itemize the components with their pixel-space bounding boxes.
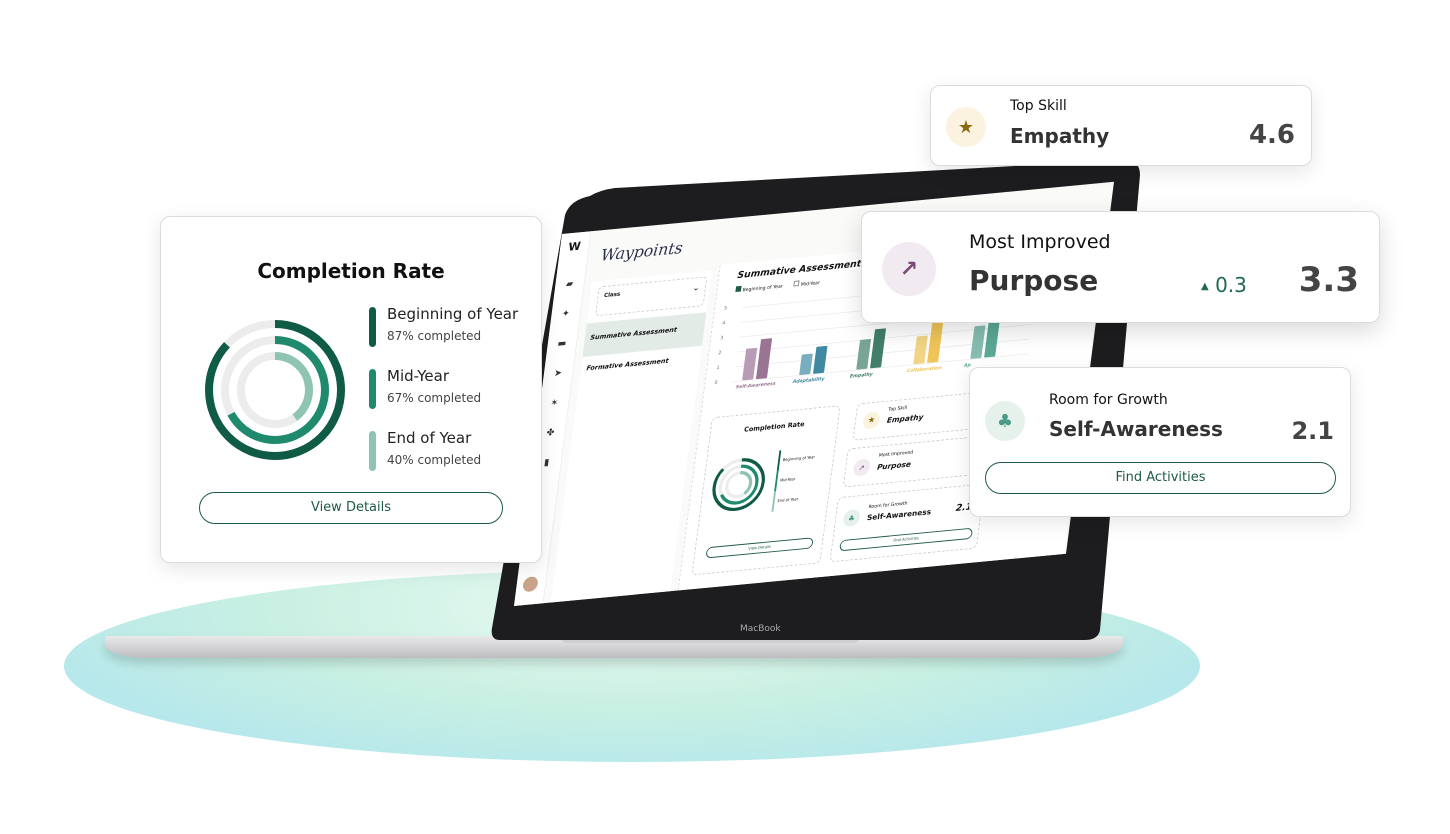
chart-title: Summative Assessment xyxy=(736,258,862,281)
view-details-button[interactable]: View Details xyxy=(199,492,503,524)
app-title: Waypoints xyxy=(599,239,684,266)
top-skill-value: Empathy xyxy=(1010,124,1110,148)
x-tick-label: Self-Awareness xyxy=(735,380,776,391)
most-improved-score: 3.3 xyxy=(1298,260,1359,300)
laptop-brand: MacBook xyxy=(740,624,781,634)
y-tick-label: 4 xyxy=(721,320,726,327)
growth-label: Room for Growth xyxy=(1049,392,1168,408)
y-tick-label: 2 xyxy=(718,350,722,357)
room-for-growth-card: ♣ Room for Growth Self-Awareness 2.1 Fin… xyxy=(969,367,1351,517)
top-skill-score: 4.6 xyxy=(1248,120,1295,150)
growth-value: Self-Awareness xyxy=(1049,417,1223,441)
map-icon[interactable]: ▰ xyxy=(563,279,576,290)
legend-label: Beginning of Year xyxy=(387,305,519,323)
y-tick-label: 5 xyxy=(723,305,728,312)
sprout-icon: ♣ xyxy=(985,401,1025,441)
mini-growth-card: ♣ Room for Growth Self-Awareness 2.1 Fin… xyxy=(829,483,986,563)
bar[interactable] xyxy=(812,345,828,374)
mini-growth-label: Room for Growth xyxy=(868,500,908,511)
mini-improved-label: Most Improved xyxy=(878,449,914,459)
mini-find-activities-button[interactable]: Find Activities xyxy=(839,527,974,552)
growth-score: 2.1 xyxy=(1291,417,1334,445)
avatar[interactable] xyxy=(522,576,539,593)
x-tick-label: Ap xyxy=(963,362,972,369)
hiker-icon[interactable]: ✦ xyxy=(559,308,572,320)
mini-most-improved-card: ↗ Most Improved Purpose xyxy=(842,435,986,488)
folder-icon[interactable]: ▬ xyxy=(555,338,568,349)
completion-title: Completion Rate xyxy=(257,259,445,283)
legend-boy[interactable]: Beginning of Year xyxy=(735,282,783,294)
legend-item: End of Year 40% completed xyxy=(369,429,518,491)
mini-top-value: Empathy xyxy=(886,412,924,425)
group-icon[interactable]: ✤ xyxy=(544,427,557,439)
completion-legend: Beginning of Year 87% completed Mid-Year 67… xyxy=(369,305,518,491)
mini-top-label: Top Skill xyxy=(887,405,908,413)
caret-up-icon: ▲ xyxy=(1201,281,1209,292)
legend-midyear[interactable]: Mid-Year xyxy=(793,278,820,288)
app-logo: W xyxy=(567,239,582,254)
bar[interactable] xyxy=(856,338,872,370)
mini-view-details-button[interactable]: View Details xyxy=(705,537,814,559)
mini-improved-value: Purpose xyxy=(876,460,912,472)
find-activities-button[interactable]: Find Activities xyxy=(985,462,1336,494)
star-icon: ★ xyxy=(946,107,986,147)
most-improved-card: ↗ Most Improved Purpose ▲ 0.3 3.3 xyxy=(861,211,1380,323)
bar[interactable] xyxy=(742,348,758,381)
y-tick-label: 0 xyxy=(714,380,718,386)
legend-item: Beginning of Year 87% completed xyxy=(369,305,518,367)
legend-bar xyxy=(369,307,376,347)
trending-up-icon: ↗ xyxy=(882,242,936,296)
mini-donut xyxy=(712,458,765,512)
x-tick-label: Empathy xyxy=(849,371,874,380)
mini-growth-value: Self-Awareness xyxy=(866,507,932,523)
chart-legend: Beginning of Year Mid-Year xyxy=(735,278,820,293)
top-skill-label: Top Skill xyxy=(1010,98,1067,114)
most-improved-value: Purpose xyxy=(969,264,1099,297)
sprout-icon: ♣ xyxy=(842,508,861,528)
legend-bar xyxy=(369,431,376,471)
mini-completion-title: Completion Rate xyxy=(743,420,805,434)
completion-rate-card: Completion Rate Beginning of Year 87% com… xyxy=(160,216,542,563)
legend-item: Mid-Year 67% completed xyxy=(369,367,518,429)
class-dropdown[interactable]: Class ⌄ xyxy=(595,276,708,317)
top-skill-card: ★ Top Skill Empathy 4.6 xyxy=(930,85,1312,166)
class-dropdown-label: Class xyxy=(603,290,621,299)
legend-sub: 40% completed xyxy=(387,453,482,467)
x-tick-label: Adaptability xyxy=(792,376,825,385)
bar[interactable] xyxy=(755,337,773,380)
legend-sub: 67% completed xyxy=(387,391,482,405)
delta: ▲ 0.3 xyxy=(1201,273,1247,297)
y-tick-label: 1 xyxy=(716,365,720,372)
delta-value: 0.3 xyxy=(1215,273,1247,297)
bar[interactable] xyxy=(799,353,813,376)
star-icon: ★ xyxy=(862,411,881,430)
legend-bar xyxy=(369,369,376,409)
bar[interactable] xyxy=(913,334,928,365)
mini-completion-card: Completion Rate Beginning of Year Mid-Ye… xyxy=(691,405,841,576)
most-improved-label: Most Improved xyxy=(969,231,1111,253)
mini-completion-legend: Beginning of Year Mid-Year End of Year xyxy=(771,446,817,512)
completion-donut xyxy=(205,320,345,460)
chevron-down-icon: ⌄ xyxy=(691,283,701,294)
trending-up-icon: ↗ xyxy=(852,458,872,477)
y-tick-label: 3 xyxy=(719,335,724,342)
legend-sub: 87% completed xyxy=(387,329,482,343)
legend-label: End of Year xyxy=(387,429,472,447)
bar[interactable] xyxy=(870,328,887,369)
person-icon[interactable]: ✶ xyxy=(548,398,561,409)
plane-icon[interactable]: ➤ xyxy=(551,368,564,379)
x-tick-label: Collaboration xyxy=(906,365,943,375)
legend-label: Mid-Year xyxy=(387,367,450,385)
